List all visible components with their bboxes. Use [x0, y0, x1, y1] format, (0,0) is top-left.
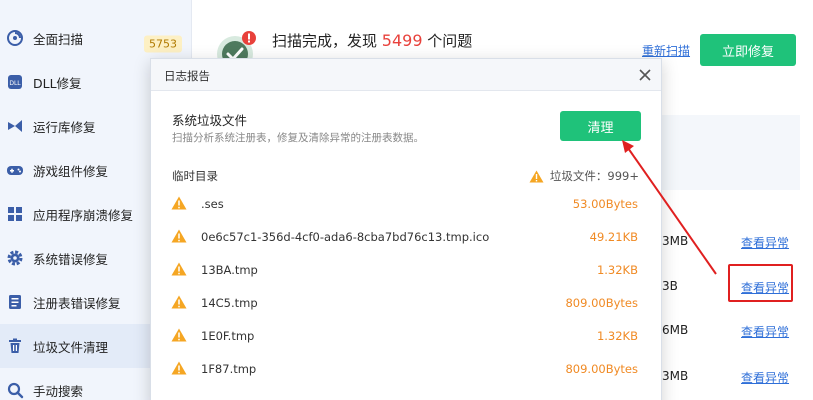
section-description: 扫描分析系统注册表，修复及清除异常的注册表数据。	[172, 132, 424, 144]
warning-icon	[171, 229, 187, 243]
result-suffix: 个问题	[422, 32, 473, 50]
view-exception-link[interactable]: 查看异常	[741, 369, 789, 386]
file-size: 53.00Bytes	[572, 197, 638, 211]
junk-file-count-text: 垃圾文件：999+	[549, 169, 639, 183]
rescan-link[interactable]: 重新扫描	[642, 42, 690, 59]
list-item[interactable]: 14C5.tmp 809.00Bytes	[151, 287, 661, 320]
sidebar-item-label: 手动搜索	[33, 383, 84, 399]
junk-file-count: 垃圾文件：999+	[529, 168, 639, 184]
sidebar-item-label: 全面扫描	[33, 31, 84, 47]
dialog-header: 日志报告	[151, 59, 661, 91]
scan-icon	[6, 29, 24, 47]
sidebar-item-label: 应用程序崩溃修复	[33, 207, 134, 223]
background-row-size: 3MB	[662, 234, 689, 248]
file-name: 0e6c57c1-356d-4cf0-ada6-8cba7bd76c13.tmp…	[201, 230, 490, 244]
file-size: 49.21KB	[589, 230, 638, 244]
trash-icon	[6, 337, 24, 355]
list-item[interactable]: .ses 53.00Bytes	[151, 188, 661, 221]
section-title: 系统垃圾文件	[172, 113, 248, 128]
dialog-title: 日志报告	[164, 69, 210, 83]
runtime-icon	[6, 117, 24, 135]
file-size: 809.00Bytes	[565, 362, 638, 376]
file-name: 14C5.tmp	[201, 296, 258, 310]
dll-icon: DLL	[6, 73, 24, 91]
file-name: .ses	[201, 197, 224, 211]
warning-icon	[171, 295, 187, 309]
file-size: 1.32KB	[596, 329, 638, 343]
view-exception-link[interactable]: 查看异常	[741, 234, 789, 251]
list-item[interactable]: 13BA.tmp 1.32KB	[151, 254, 661, 287]
sidebar-item-label: 游戏组件修复	[33, 163, 109, 179]
registry-icon	[6, 293, 24, 311]
svg-text:DLL: DLL	[9, 80, 21, 87]
list-item[interactable]: 0e6c57c1-356d-4cf0-ada6-8cba7bd76c13.tmp…	[151, 221, 661, 254]
warning-icon	[529, 170, 544, 183]
background-panel	[662, 115, 800, 190]
background-row-size: 3MB	[662, 369, 689, 383]
background-row-size: 3B	[662, 279, 678, 293]
view-exception-link[interactable]: 查看异常	[741, 323, 789, 340]
sidebar-item-label: 系统错误修复	[33, 251, 109, 267]
warning-icon	[171, 328, 187, 342]
warning-icon	[171, 361, 187, 375]
annotation-highlight-box	[728, 264, 793, 302]
log-report-dialog: 日志报告 系统垃圾文件 扫描分析系统注册表，修复及清除异常的注册表数据。 清理 …	[150, 58, 662, 400]
result-prefix: 扫描完成，发现	[272, 32, 382, 50]
search-icon	[6, 381, 24, 399]
gamepad-icon	[6, 161, 24, 179]
apps-grid-icon	[6, 205, 24, 223]
background-row-size: 6MB	[662, 323, 689, 337]
gear-icon	[6, 249, 24, 267]
sidebar-item-label: 垃圾文件清理	[33, 339, 109, 355]
sidebar-item-label: 注册表错误修复	[33, 295, 121, 311]
file-name: 13BA.tmp	[201, 263, 258, 277]
repair-now-button[interactable]: 立即修复	[700, 34, 796, 66]
list-item[interactable]: 1F87.tmp 809.00Bytes	[151, 353, 661, 386]
close-icon[interactable]	[635, 65, 655, 85]
clean-button[interactable]: 清理	[560, 111, 641, 141]
list-item[interactable]: 1E0F.tmp 1.32KB	[151, 320, 661, 353]
file-name: 1F87.tmp	[201, 362, 257, 376]
warning-icon	[171, 262, 187, 276]
scan-result-text: 扫描完成，发现 5499 个问题	[272, 30, 472, 51]
sidebar-item-label: 运行库修复	[33, 119, 96, 135]
file-name: 1E0F.tmp	[201, 329, 255, 343]
issue-count: 5499	[381, 31, 423, 50]
sidebar-item-full-scan[interactable]: 全面扫描 5753	[0, 16, 192, 60]
issue-count-badge: 5753	[144, 35, 182, 53]
warning-icon	[171, 196, 187, 210]
temp-directory-label: 临时目录	[172, 169, 218, 183]
file-size: 809.00Bytes	[565, 296, 638, 310]
sidebar-item-label: DLL修复	[33, 75, 82, 91]
file-size: 1.32KB	[596, 263, 638, 277]
